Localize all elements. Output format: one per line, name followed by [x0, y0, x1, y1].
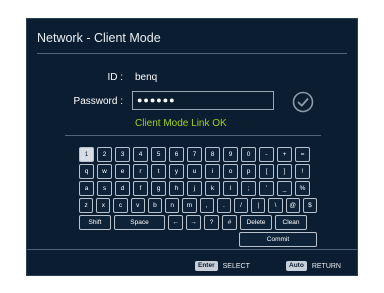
keyboard-row-4: z x c v b n m,. / | \ @ $ [79, 198, 320, 213]
key-3-11[interactable]: \ [268, 198, 283, 213]
key-2-1[interactable]: s [97, 181, 112, 196]
key-0-6[interactable]: 7 [187, 147, 202, 162]
enter-action-label: SELECT [222, 262, 250, 270]
delete-key[interactable]: Delete [240, 215, 272, 230]
auto-hint: Auto RETURN [286, 260, 341, 272]
enter-button-icon: Enter [195, 261, 218, 271]
key-0-2[interactable]: 3 [115, 147, 130, 162]
key-3-3[interactable]: v [130, 198, 145, 213]
footer-divider [27, 249, 357, 250]
title-divider [37, 53, 347, 54]
enter-hint: Enter SELECT [195, 260, 250, 272]
commit-row: Commit [79, 232, 320, 247]
hash-key[interactable]: # [222, 215, 237, 230]
key-2-0[interactable]: a [79, 181, 94, 196]
key-3-1[interactable]: x [96, 198, 111, 213]
key-1-12[interactable]: ! [295, 164, 310, 179]
id-label: ID : [107, 72, 123, 83]
key-0-10[interactable]: - [259, 147, 274, 162]
commit-button[interactable]: Commit [239, 232, 317, 247]
key-1-2[interactable]: e [115, 164, 130, 179]
key-0-8[interactable]: 9 [223, 147, 238, 162]
key-0-11[interactable]: + [277, 147, 292, 162]
key-0-5[interactable]: 6 [169, 147, 184, 162]
key-2-9[interactable]: ; [241, 181, 256, 196]
clean-key[interactable]: Clean [275, 215, 307, 230]
key-3-12[interactable]: @ [285, 198, 300, 213]
key-2-11[interactable]: _ [277, 181, 292, 196]
key-2-6[interactable]: j [187, 181, 202, 196]
key-3-7[interactable]: , [199, 198, 214, 213]
key-0-7[interactable]: 8 [205, 147, 220, 162]
onscreen-keyboard: 1 2 3 4 5 6 7 8 9 0- + = q w e r t y u i o p[]! a s d f g h j k l; ' _… [79, 147, 320, 247]
key-1-8[interactable]: o [223, 164, 238, 179]
key-3-2[interactable]: c [113, 198, 128, 213]
key-3-0[interactable]: z [79, 198, 94, 213]
question-key[interactable]: ? [204, 215, 219, 230]
key-1-3[interactable]: r [133, 164, 148, 179]
key-2-5[interactable]: h [169, 181, 184, 196]
key-1-9[interactable]: p [241, 164, 256, 179]
key-1-0[interactable]: q [79, 164, 94, 179]
key-3-5[interactable]: n [165, 198, 180, 213]
key-1-1[interactable]: w [97, 164, 112, 179]
space-key[interactable]: Space [114, 215, 165, 230]
client-mode-dialog: Network - Client Mode ID : benq Password… [26, 18, 358, 276]
auto-action-label: RETURN [311, 262, 341, 270]
key-1-7[interactable]: i [205, 164, 220, 179]
connection-status: Client Mode Link OK [135, 118, 227, 129]
key-0-0[interactable]: 1 [79, 147, 94, 162]
key-3-13[interactable]: $ [302, 198, 318, 213]
key-1-6[interactable]: u [187, 164, 202, 179]
key-0-12[interactable]: = [295, 147, 310, 162]
key-0-1[interactable]: 2 [97, 147, 112, 162]
key-0-3[interactable]: 4 [133, 147, 148, 162]
key-2-12[interactable]: % [295, 181, 310, 196]
dialog-title: Network - Client Mode [37, 31, 161, 45]
key-2-7[interactable]: k [205, 181, 220, 196]
key-1-4[interactable]: t [151, 164, 166, 179]
password-field[interactable]: ●●●●●● [132, 91, 274, 110]
key-2-2[interactable]: d [115, 181, 130, 196]
shift-key[interactable]: Shift [79, 215, 111, 230]
keyboard-row-5: Shift Space ← → ? # Delete Clean [79, 215, 320, 230]
key-1-11[interactable]: ] [277, 164, 292, 179]
id-value: benq [135, 72, 158, 83]
keyboard-row-1: 1 2 3 4 5 6 7 8 9 0- + = [79, 147, 320, 162]
right-arrow-key[interactable]: → [186, 215, 201, 230]
key-3-6[interactable]: m [182, 198, 197, 213]
key-2-8[interactable]: l [223, 181, 238, 196]
key-1-10[interactable]: [ [259, 164, 274, 179]
key-3-8[interactable]: . [216, 198, 231, 213]
key-0-9[interactable]: 0 [241, 147, 256, 162]
key-3-9[interactable]: / [233, 198, 249, 213]
key-2-4[interactable]: g [151, 181, 166, 196]
key-1-5[interactable]: y [169, 164, 184, 179]
key-0-4[interactable]: 5 [151, 147, 166, 162]
left-arrow-key[interactable]: ← [168, 215, 183, 230]
keyboard-divider [65, 135, 321, 136]
key-3-4[interactable]: b [147, 198, 163, 213]
keyboard-row-3: a s d f g h j k l; ' _% [79, 181, 320, 196]
auto-button-icon: Auto [286, 261, 307, 271]
key-2-10[interactable]: ' [259, 181, 274, 196]
keyboard-row-2: q w e r t y u i o p[]! [79, 164, 320, 179]
password-label: Password : [73, 96, 123, 107]
key-2-3[interactable]: f [133, 181, 148, 196]
key-3-10[interactable]: | [251, 198, 266, 213]
checkmark-circle-icon[interactable] [292, 91, 314, 113]
